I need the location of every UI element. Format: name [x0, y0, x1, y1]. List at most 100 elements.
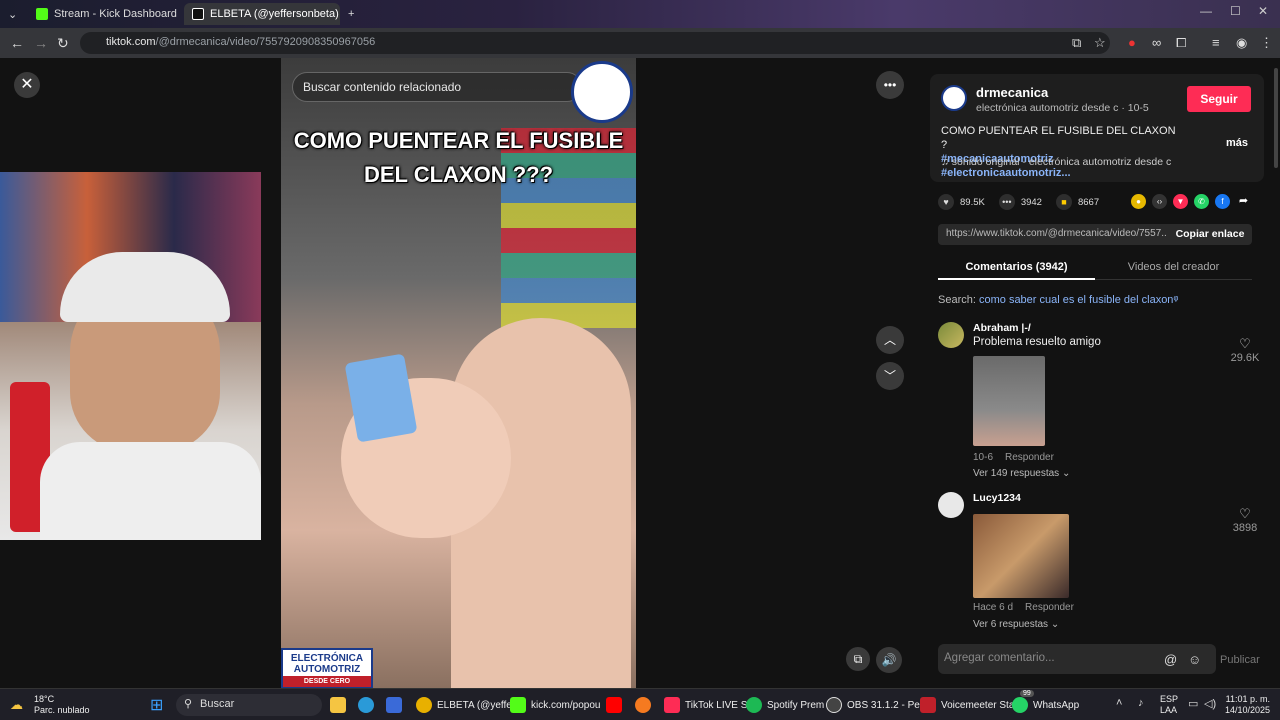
engagement-stats: ♥ 89.5K ••• 3942 ■ 8667 — [938, 192, 1113, 212]
taskbar-tiktok-app[interactable]: TikTok LIVE St — [664, 695, 750, 715]
share-arrow-icon[interactable]: ➦ — [1236, 194, 1251, 209]
taskbar-whatsapp-app[interactable]: WhatsApp — [1012, 695, 1079, 715]
maximize-icon[interactable]: ☐ — [1230, 4, 1241, 18]
video-player[interactable]: Buscar contenido relacionado COMO PUENTE… — [281, 58, 636, 688]
weather-widget[interactable]: 18°C Parc. nublado — [14, 694, 90, 716]
comment-image[interactable] — [973, 356, 1045, 446]
clock[interactable]: 11:01 p. m. 14/10/2025 — [1225, 694, 1270, 716]
chrome-icon — [416, 697, 432, 713]
video-link[interactable]: https://www.tiktok.com/@drmecanica/video… — [946, 228, 1166, 239]
save-stat[interactable]: ■ 8667 — [1055, 194, 1099, 210]
network-icon[interactable]: ▭ — [1188, 697, 1198, 710]
new-tab-button[interactable]: + — [344, 3, 364, 25]
tab-kick-dashboard[interactable]: Stream - Kick Dashboard - ✕ — [28, 3, 180, 25]
language-code: ESP — [1160, 694, 1179, 704]
whatsapp-icon[interactable]: ✆ — [1194, 194, 1209, 209]
follow-button[interactable]: Seguir — [1187, 86, 1251, 112]
sound-row[interactable]: ♫ sonido original - electrónica automotr… — [941, 156, 1171, 168]
edge-app[interactable] — [358, 695, 374, 715]
back-icon[interactable]: ← — [10, 35, 24, 51]
minimize-icon[interactable]: — — [1200, 4, 1212, 18]
view-replies[interactable]: Ver 6 respuestas ⌄ — [973, 619, 1059, 630]
microphone-icon[interactable]: ♪ — [1138, 697, 1144, 709]
ellipsis-icon: ••• — [883, 78, 897, 92]
send-icon[interactable]: ▼ — [1173, 194, 1188, 209]
comment-stat[interactable]: ••• 3942 — [998, 194, 1042, 210]
comment-like[interactable]: ♡ 29.6K — [1230, 336, 1260, 364]
coin-icon[interactable]: ● — [1131, 194, 1146, 209]
taskbar-chrome-app[interactable]: ELBETA (@yeffer — [416, 695, 515, 715]
copy-link-button[interactable]: Copiar enlace — [1168, 224, 1252, 245]
reading-list-icon[interactable]: ≡ — [1212, 35, 1220, 50]
search-suggestion[interactable]: Search: como saber cual es el fusible de… — [938, 294, 1178, 306]
emoji-icon[interactable]: ☺ — [1188, 652, 1201, 667]
tab-tiktok[interactable]: ELBETA (@yeffersonbeta) | ◀ ✕ — [184, 3, 340, 25]
chevron-up-icon: ︿ — [883, 333, 896, 347]
search-placeholder: Buscar contenido relacionado — [303, 80, 462, 94]
previous-video-button[interactable]: ︿ — [876, 326, 904, 354]
obs-icon — [826, 697, 842, 713]
tab-list-button[interactable]: ⌄ — [4, 3, 24, 25]
video-title-overlay: COMO PUENTEAR EL FUSIBLE DEL CLAXON ??? — [281, 124, 636, 192]
language-indicator[interactable]: ESP LAA — [1160, 694, 1178, 716]
like-stat[interactable]: ♥ 89.5K — [938, 194, 985, 210]
comment-count: 3942 — [1020, 196, 1042, 208]
menu-icon[interactable]: ⋮ — [1260, 35, 1273, 51]
commenter-name[interactable]: Lucy1234 — [973, 492, 1021, 504]
volume-button[interactable]: 🔊 — [876, 647, 902, 673]
taskbar-search[interactable]: Buscar — [176, 694, 322, 716]
temperature: 18°C — [34, 694, 55, 704]
chevron-down-icon: ﹀ — [883, 369, 896, 383]
profile-icon[interactable]: ◉ — [1236, 35, 1247, 51]
taskbar-spotify-app[interactable]: Spotify Prem — [746, 695, 824, 715]
commenter-avatar[interactable] — [938, 322, 964, 348]
view-replies[interactable]: Ver 149 respuestas ⌄ — [973, 468, 1070, 479]
reload-icon[interactable]: ↻ — [57, 35, 69, 52]
facebook-icon[interactable]: f — [1215, 194, 1230, 209]
post-info-card: drmecanica electrónica automotriz desde … — [930, 74, 1264, 182]
mention-icon[interactable]: @ — [1164, 652, 1177, 667]
tiktok-icon — [192, 8, 204, 20]
forward-icon[interactable]: → — [34, 35, 48, 51]
windows-start-icon[interactable]: ⊞ — [150, 695, 163, 715]
scrollbar[interactable] — [1274, 68, 1278, 168]
link-icon[interactable]: ∞ — [1152, 35, 1161, 50]
tiktok-icon — [664, 697, 680, 713]
floating-player-button[interactable]: ⧉ — [846, 647, 870, 671]
firefox-app[interactable] — [635, 695, 651, 715]
author-avatar[interactable] — [941, 85, 967, 111]
kick-icon — [36, 8, 48, 20]
cast-icon[interactable]: ⧉ — [1072, 35, 1081, 51]
store-app[interactable] — [386, 695, 402, 715]
embed-icon[interactable]: ‹› — [1152, 194, 1167, 209]
tab-comments[interactable]: Comentarios (3942) — [938, 261, 1095, 280]
file-explorer-app[interactable] — [330, 695, 346, 715]
extension-record-icon[interactable]: ● — [1128, 35, 1136, 50]
related-search-input[interactable]: Buscar contenido relacionado — [292, 72, 582, 102]
next-video-button[interactable]: ﹀ — [876, 362, 904, 390]
close-window-icon[interactable]: ✕ — [1258, 4, 1268, 18]
reply-button[interactable]: Responder — [1025, 602, 1074, 613]
chevron-up-icon[interactable]: ˄ — [1116, 697, 1122, 709]
url-field[interactable]: tiktok.com/@drmecanica/video/75579209083… — [80, 32, 1110, 54]
commenter-name[interactable]: Abraham |-/ — [973, 322, 1031, 334]
commenter-avatar[interactable] — [938, 492, 964, 518]
comment-image[interactable] — [973, 514, 1069, 598]
taskbar-obs-app[interactable]: OBS 31.1.2 - Perfil — [826, 695, 930, 715]
taskbar-kick-app[interactable]: kick.com/popou — [510, 695, 600, 715]
tab-creator-videos[interactable]: Videos del creador — [1095, 261, 1252, 273]
close-video-button[interactable]: ✕ — [14, 72, 40, 98]
more-button[interactable]: más — [1226, 137, 1248, 149]
comment-like[interactable]: ♡ 3898 — [1230, 506, 1260, 534]
url-path: /@drmecanica/video/7557920908350967056 — [155, 36, 376, 48]
picture-in-picture-icon: ⧉ — [853, 652, 863, 666]
author-name[interactable]: drmecanica — [976, 85, 1048, 100]
extensions-icon[interactable]: ⧠ — [1176, 35, 1186, 51]
taskbar-voicemeeter-app[interactable]: Voicemeeter Sta — [920, 695, 1014, 715]
youtube-app[interactable] — [606, 695, 622, 715]
more-options-button[interactable]: ••• — [876, 71, 904, 99]
bookmark-star-icon[interactable]: ☆ — [1094, 35, 1106, 51]
reply-button[interactable]: Responder — [1005, 452, 1054, 463]
volume-icon[interactable]: ◁) — [1204, 697, 1216, 710]
publish-button[interactable]: Publicar — [1220, 654, 1260, 666]
